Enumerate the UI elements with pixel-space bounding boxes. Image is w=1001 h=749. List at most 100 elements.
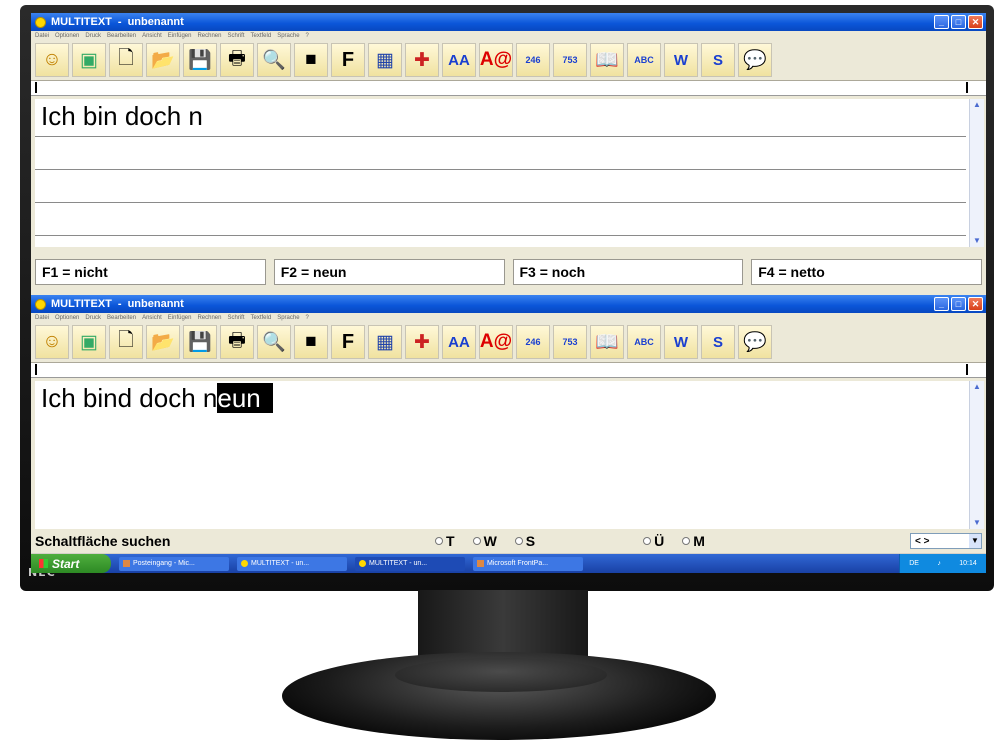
font-size-icon[interactable]: AA [442, 325, 476, 359]
menu-rechnen[interactable]: Rechnen [197, 33, 221, 39]
radio-icon[interactable] [643, 537, 652, 545]
numbers-246-icon[interactable]: 246 [516, 43, 550, 77]
menu-datei[interactable]: Datei [35, 33, 49, 39]
maximize-button[interactable]: □ [951, 297, 966, 311]
minimize-button[interactable]: _ [934, 297, 949, 311]
radio-icon[interactable] [514, 537, 523, 545]
square-icon[interactable]: ■ [294, 325, 328, 359]
left-margin-marker[interactable] [35, 364, 37, 375]
speech-bubble-icon[interactable]: 💬 [738, 43, 772, 77]
title-bar[interactable]: MULTITEXT - unbenannt _ □ ✕ [31, 295, 986, 313]
close-button[interactable]: ✕ [968, 297, 983, 311]
menu-textfeld[interactable]: Textfeld [251, 315, 272, 321]
minimize-button[interactable]: _ [934, 15, 949, 29]
speech-bubble-icon[interactable]: 💬 [738, 325, 772, 359]
print-preview-icon[interactable]: 🔍 [257, 325, 291, 359]
grid-icon[interactable]: ✚ [405, 325, 439, 359]
start-button[interactable]: Start [31, 554, 111, 573]
font-icon[interactable]: F [331, 43, 365, 77]
close-button[interactable]: ✕ [968, 15, 983, 29]
numbers-753-icon[interactable]: 753 [553, 325, 587, 359]
menu-optionen[interactable]: Optionen [55, 315, 79, 321]
text-editor[interactable]: Ich bin doch n [35, 99, 970, 247]
menu-ansicht[interactable]: Ansicht [142, 315, 162, 321]
menu-help[interactable]: ? [306, 315, 309, 321]
left-margin-marker[interactable] [35, 82, 37, 93]
maximize-button[interactable]: □ [951, 15, 966, 29]
print-preview-icon[interactable]: 🔍 [257, 43, 291, 77]
scroll-up-icon[interactable]: ▲ [970, 99, 984, 111]
menu-datei[interactable]: Datei [35, 315, 49, 321]
title-bar[interactable]: MULTITEXT - unbenannt _ □ ✕ [31, 13, 986, 31]
scroll-down-icon[interactable]: ▼ [970, 235, 984, 247]
menu-bearbeiten[interactable]: Bearbeiten [107, 33, 136, 39]
menu-textfeld[interactable]: Textfeld [251, 33, 272, 39]
menu-druck[interactable]: Druck [85, 315, 101, 321]
word-prediction-icon[interactable]: W [664, 325, 698, 359]
open-folder-icon[interactable]: 📂 [146, 325, 180, 359]
taskbar-item-outlook[interactable]: Posteingang - Mic... [119, 556, 229, 571]
smiley-icon[interactable]: ☺ [35, 43, 69, 77]
right-margin-marker[interactable] [966, 364, 968, 375]
option-s[interactable]: S [514, 533, 535, 549]
special-char-icon[interactable]: A@ [479, 325, 513, 359]
font-icon[interactable]: F [331, 325, 365, 359]
option-t[interactable]: T [435, 533, 455, 549]
option-m[interactable]: M [682, 533, 705, 549]
print-icon[interactable]: 🖶 [220, 325, 254, 359]
menu-einfuegen[interactable]: Einfügen [168, 33, 192, 39]
ruler[interactable] [31, 363, 986, 378]
scroll-up-icon[interactable]: ▲ [970, 381, 984, 393]
menu-ansicht[interactable]: Ansicht [142, 33, 162, 39]
save-icon[interactable]: 💾 [183, 325, 217, 359]
speech-icon[interactable]: S [701, 325, 735, 359]
speech-icon[interactable]: S [701, 43, 735, 77]
save-icon[interactable]: 💾 [183, 43, 217, 77]
menu-schrift[interactable]: Schrift [227, 315, 244, 321]
vertical-scrollbar[interactable]: ▲ ▼ [969, 381, 984, 529]
numbers-753-icon[interactable]: 753 [553, 43, 587, 77]
spellcheck-icon[interactable]: ABC [627, 325, 661, 359]
open-folder-icon[interactable]: 📂 [146, 43, 180, 77]
taskbar-item-multitext-1[interactable]: MULTITEXT - un... [237, 556, 347, 571]
text-editor[interactable]: Ich bind doch neun [35, 381, 970, 529]
ruler[interactable] [31, 81, 986, 96]
spellcheck-icon[interactable]: ABC [627, 43, 661, 77]
suggestion-f4[interactable]: F4 = netto [751, 259, 982, 285]
new-document-icon[interactable]: 🗋 [109, 325, 143, 359]
calculator-icon[interactable]: ▦ [368, 325, 402, 359]
image-icon[interactable]: ▣ [72, 325, 106, 359]
vertical-scrollbar[interactable]: ▲ ▼ [969, 99, 984, 247]
print-icon[interactable]: 🖶 [220, 43, 254, 77]
numbers-246-icon[interactable]: 246 [516, 325, 550, 359]
radio-icon[interactable] [435, 537, 443, 545]
smiley-icon[interactable]: ☺ [35, 325, 69, 359]
suggestion-f3[interactable]: F3 = noch [512, 259, 744, 285]
radio-icon[interactable] [682, 537, 691, 545]
suggestion-f2[interactable]: F2 = neun [273, 259, 505, 285]
new-document-icon[interactable]: 🗋 [109, 43, 143, 77]
radio-icon[interactable] [472, 537, 481, 545]
option-ue[interactable]: Ü [643, 533, 664, 549]
menu-optionen[interactable]: Optionen [55, 33, 79, 39]
option-w[interactable]: W [472, 533, 497, 549]
font-size-icon[interactable]: AA [442, 43, 476, 77]
volume-icon[interactable]: ♪ [937, 560, 941, 567]
clock[interactable]: 10:14 [959, 560, 977, 567]
right-margin-marker[interactable] [966, 82, 968, 93]
menu-help[interactable]: ? [306, 33, 309, 39]
scroll-down-icon[interactable]: ▼ [970, 517, 984, 529]
grid-icon[interactable]: ✚ [405, 43, 439, 77]
menu-druck[interactable]: Druck [85, 33, 101, 39]
dictionary-icon[interactable]: 📖 [590, 43, 624, 77]
chevron-down-icon[interactable]: ▼ [969, 534, 981, 548]
menu-rechnen[interactable]: Rechnen [197, 315, 221, 321]
menu-einfuegen[interactable]: Einfügen [168, 315, 192, 321]
taskbar-item-multitext-2[interactable]: MULTITEXT - un... [355, 556, 465, 571]
menu-schrift[interactable]: Schrift [227, 33, 244, 39]
image-icon[interactable]: ▣ [72, 43, 106, 77]
menu-sprache[interactable]: Sprache [277, 315, 299, 321]
option-combo[interactable]: < > ▼ [910, 533, 982, 549]
square-icon[interactable]: ■ [294, 43, 328, 77]
menu-sprache[interactable]: Sprache [277, 33, 299, 39]
